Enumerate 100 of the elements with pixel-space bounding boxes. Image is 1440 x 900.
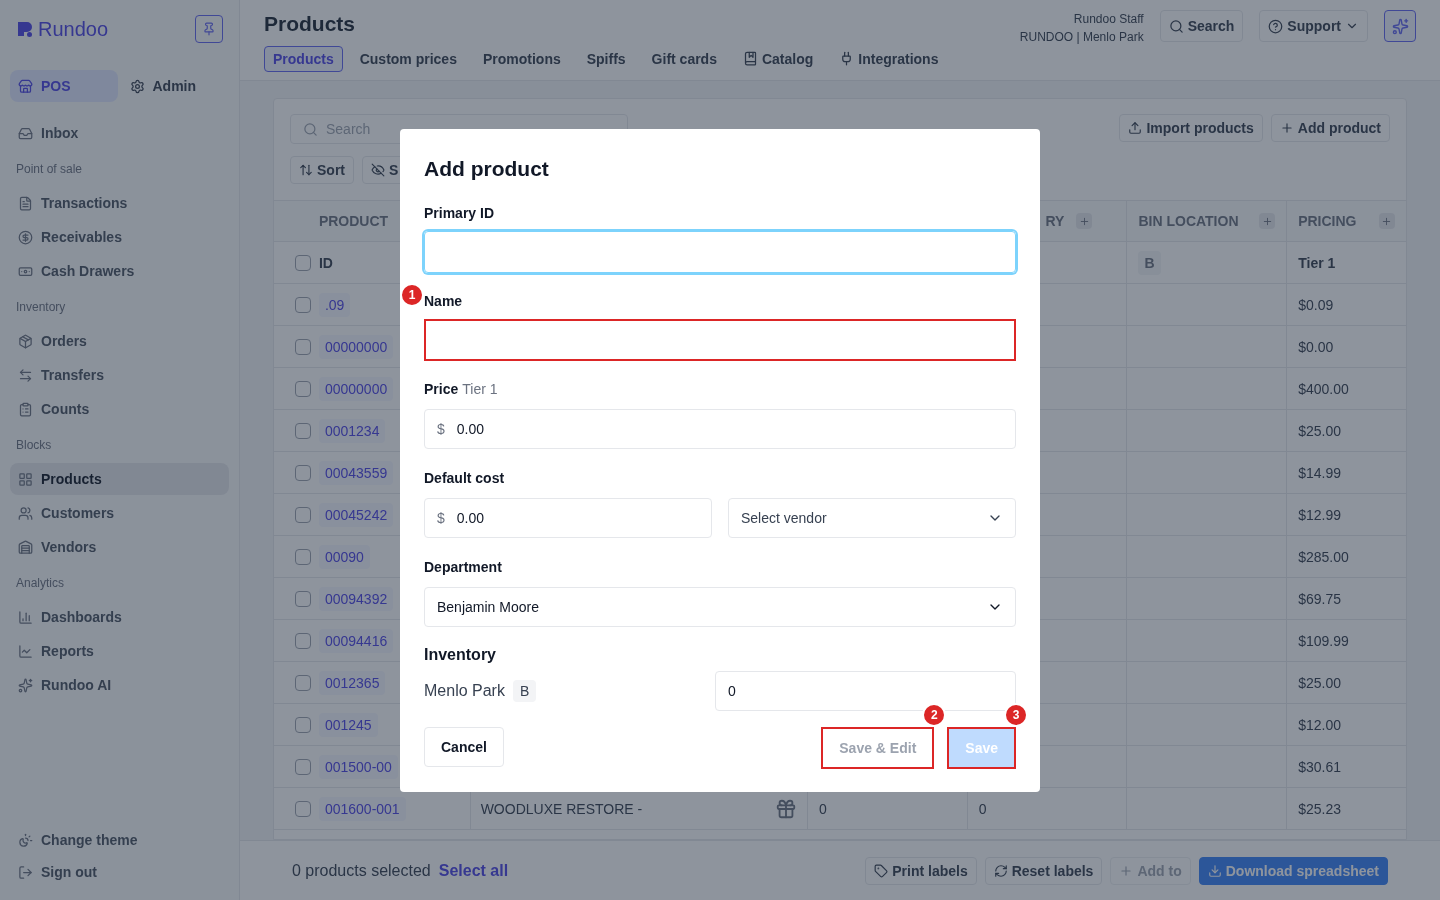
checkbox[interactable] [294, 338, 311, 355]
cost-field[interactable]: $ 0.00 [424, 497, 712, 538]
sort-icon [299, 163, 313, 177]
action-button[interactable]: Reset labels [984, 856, 1103, 885]
action-button[interactable]: Print labels [865, 856, 977, 885]
checkbox[interactable] [294, 800, 311, 817]
nav-item[interactable]: Dashboards [10, 601, 229, 633]
annotation-marker: 2 [922, 702, 947, 727]
table-cell-text: WOODLUXE RESTORE - [480, 799, 643, 819]
mode-tab[interactable]: POS [10, 70, 118, 102]
page-tab[interactable]: Spiffs [577, 45, 635, 72]
import-button[interactable]: Import products [1119, 114, 1263, 142]
checkbox[interactable] [294, 254, 311, 271]
column-header: RY [1045, 212, 1065, 231]
dialog-title: Add product [424, 156, 550, 182]
table-cell-text: $25.00 [1298, 673, 1341, 693]
nav-item[interactable]: Receivables [10, 221, 229, 253]
checkbox[interactable] [294, 296, 311, 313]
ai-button[interactable] [1384, 10, 1416, 42]
nav-item[interactable]: Transactions [10, 187, 229, 219]
nav-item[interactable]: Cash Drawers [10, 255, 229, 287]
section-title: Inventory [15, 299, 67, 316]
logo-icon [16, 20, 34, 38]
cancel-button[interactable]: Cancel [424, 726, 504, 767]
product-id-link[interactable]: 00094392 [318, 586, 394, 611]
annotation-marker: 3 [1004, 702, 1028, 727]
nav-item[interactable]: Rundoo AI [10, 669, 229, 701]
nav-item[interactable]: Vendors [10, 531, 229, 563]
search-icon [1168, 18, 1184, 34]
dollar-coin-icon [18, 229, 33, 245]
product-id-link[interactable]: 00094416 [318, 628, 394, 653]
section-title: Point of sale [15, 161, 84, 178]
nav-item[interactable]: Inbox [10, 117, 229, 149]
checkbox[interactable] [294, 758, 311, 775]
pin-icon [202, 22, 216, 36]
field-label: Name [424, 291, 464, 311]
checkbox[interactable] [294, 506, 311, 523]
page-tab[interactable]: Products [264, 45, 343, 72]
checkbox[interactable] [294, 548, 311, 565]
add-column-icon[interactable] [1259, 213, 1276, 229]
vendor-select[interactable]: Select vendor [728, 497, 1016, 538]
primary-id-field[interactable] [424, 230, 1016, 273]
pin-button[interactable] [195, 15, 223, 43]
users-icon [18, 505, 33, 521]
bin-chip: B [1138, 250, 1161, 275]
building-icon [18, 539, 33, 555]
department-select[interactable]: Benjamin Moore [424, 586, 1016, 627]
box-icon [18, 333, 33, 349]
add-column-icon[interactable] [1076, 213, 1093, 229]
name-field[interactable] [424, 318, 1016, 361]
product-id-link[interactable]: .09 [318, 292, 351, 317]
checkbox[interactable] [294, 590, 311, 607]
nav-item[interactable]: Customers [10, 497, 229, 529]
location-name: Menlo Park [424, 680, 505, 701]
support-button[interactable]: Support [1259, 10, 1368, 42]
product-id-link[interactable]: 00090 [318, 544, 370, 569]
download-icon [1207, 863, 1222, 878]
product-id-link[interactable]: 00000000 [318, 334, 394, 359]
nav-item[interactable]: Transfers [10, 359, 229, 391]
checkbox[interactable] [294, 422, 311, 439]
nav-item[interactable]: Reports [10, 635, 229, 667]
mode-tab[interactable]: Admin [121, 70, 229, 102]
checkbox[interactable] [294, 674, 311, 691]
product-id-link[interactable]: 00045242 [318, 502, 394, 527]
product-id-link[interactable]: 00000000 [318, 376, 394, 401]
search-button[interactable]: Search [1159, 10, 1244, 42]
action-button[interactable]: Download spreadsheet [1198, 856, 1388, 885]
nav-item[interactable]: Orders [10, 325, 229, 357]
sort-button[interactable]: Sort [290, 156, 354, 184]
save-and-edit-button[interactable]: Save & Edit [821, 726, 935, 769]
select-all-link[interactable]: Select all [438, 858, 509, 883]
page-tab[interactable]: Promotions [473, 45, 570, 72]
table-cell-text: 0 [819, 799, 827, 819]
product-id-link[interactable]: 0001234 [318, 418, 386, 443]
product-id-link[interactable]: 001600-001 [318, 796, 406, 821]
bin-chip: B [512, 679, 537, 702]
inbox-icon [18, 125, 33, 141]
nav-item[interactable]: Change theme [10, 824, 229, 856]
checkbox[interactable] [294, 632, 311, 649]
page-tab[interactable]: Gift cards [642, 45, 726, 72]
page-tab[interactable]: Catalog [733, 45, 823, 72]
checkbox[interactable] [294, 380, 311, 397]
add-column-icon[interactable] [1379, 213, 1395, 229]
product-id-link[interactable]: 001245 [318, 712, 378, 737]
page-tab[interactable]: Integrations [830, 45, 948, 72]
price-field[interactable]: $ 0.00 [424, 408, 1016, 449]
checkbox[interactable] [294, 464, 311, 481]
arrows-icon [18, 367, 33, 383]
product-id-link[interactable]: 0012365 [318, 670, 386, 695]
page-tab[interactable]: Custom prices [350, 45, 466, 72]
product-id-link[interactable]: 001500-00 [318, 754, 398, 779]
document-icon [18, 195, 33, 211]
checkbox[interactable] [294, 716, 311, 733]
product-id-link[interactable]: 00043559 [318, 460, 394, 485]
nav-item[interactable]: Products [10, 463, 229, 495]
add-product-button[interactable]: Add product [1270, 114, 1390, 142]
table-cell-text: $12.99 [1298, 505, 1341, 525]
nav-item[interactable]: Sign out [10, 856, 229, 888]
column-subheader: ID [318, 253, 333, 273]
nav-item[interactable]: Counts [10, 393, 229, 425]
